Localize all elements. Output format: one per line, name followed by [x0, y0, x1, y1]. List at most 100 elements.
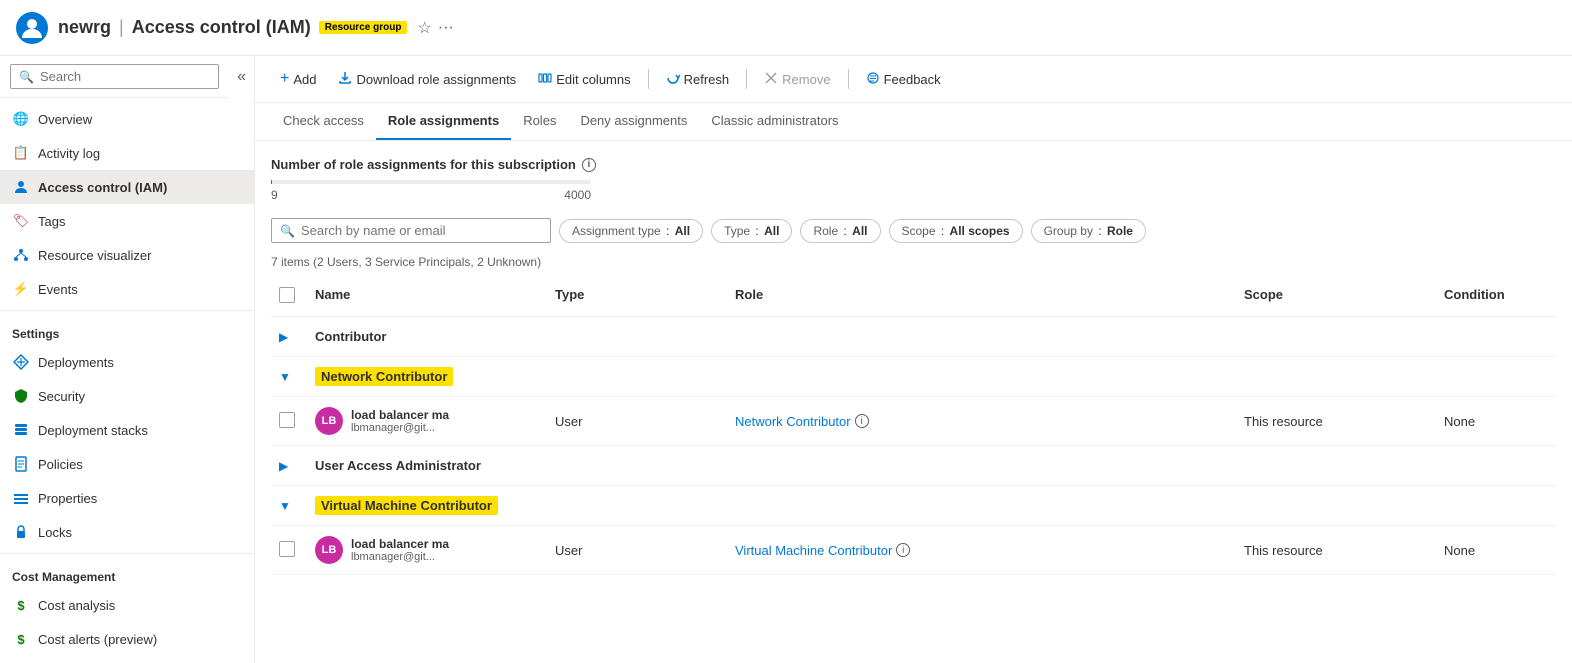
add-button[interactable]: + Add	[271, 64, 325, 94]
select-all-checkbox[interactable]	[279, 287, 295, 303]
sidebar-item-cost-alerts[interactable]: $ Cost alerts (preview)	[0, 622, 254, 656]
activity-log-icon: 📋	[12, 144, 30, 162]
filter-scope[interactable]: Scope : All scopes	[889, 219, 1023, 243]
sidebar-item-security[interactable]: Security	[0, 379, 254, 413]
row-vmc-role-link[interactable]: Virtual Machine Contributor i	[735, 543, 1228, 558]
row-vmc-name-cell: LB load balancer ma lbmanager@git...	[307, 532, 547, 568]
row-vmc-role-info-icon[interactable]: i	[896, 543, 910, 557]
group-uaa-name: User Access Administrator	[307, 454, 1556, 477]
deployment-stacks-icon	[12, 421, 30, 439]
feedback-button[interactable]: Feedback	[857, 65, 950, 94]
add-icon: +	[280, 70, 289, 88]
sidebar-item-security-label: Security	[38, 389, 85, 404]
download-icon	[338, 71, 352, 88]
search-box-icon: 🔍	[280, 224, 295, 238]
header-separator: |	[119, 17, 124, 38]
sidebar-item-deployment-stacks[interactable]: Deployment stacks	[0, 413, 254, 447]
group-vmc-chevron[interactable]: ▼	[271, 494, 307, 517]
progress-bar-container	[271, 180, 591, 184]
group-uaa-chevron[interactable]: ▶	[271, 454, 307, 477]
sidebar-collapse-button[interactable]: «	[229, 60, 254, 94]
group-network-contributor-chevron[interactable]: ▼	[271, 365, 307, 388]
sidebar-item-policies[interactable]: Policies	[0, 447, 254, 481]
row-vmc-checkbox[interactable]	[279, 541, 295, 557]
sidebar-item-locks[interactable]: Locks	[0, 515, 254, 549]
sidebar-divider-1	[0, 310, 254, 311]
tab-role-assignments[interactable]: Role assignments	[376, 103, 511, 140]
tab-roles[interactable]: Roles	[511, 103, 568, 140]
page-title: Access control (IAM)	[132, 17, 311, 38]
sidebar-item-budgets[interactable]: $ Budgets	[0, 656, 254, 663]
resource-name: newrg	[58, 17, 111, 38]
row-nc-role-link[interactable]: Network Contributor i	[735, 414, 1228, 429]
filter-group-by[interactable]: Group by : Role	[1031, 219, 1146, 243]
row-nc-scope-cell: This resource	[1236, 410, 1436, 433]
sidebar-item-access-control[interactable]: Access control (IAM)	[0, 170, 254, 204]
tab-deny-assignments[interactable]: Deny assignments	[568, 103, 699, 140]
sidebar-item-overview[interactable]: 🌐 Overview	[0, 102, 254, 136]
sidebar-item-events[interactable]: ⚡ Events	[0, 272, 254, 306]
sidebar-item-deployment-stacks-label: Deployment stacks	[38, 423, 148, 438]
policies-icon	[12, 455, 30, 473]
row-vmc-scope-cell: This resource	[1236, 539, 1436, 562]
group-contributor-chevron[interactable]: ▶	[271, 325, 307, 348]
th-role: Role	[727, 283, 1236, 310]
sidebar-item-overview-label: Overview	[38, 112, 92, 127]
sidebar-item-activity-log-label: Activity log	[38, 146, 100, 161]
row-vmc-username: load balancer ma	[351, 537, 449, 551]
filter-role[interactable]: Role : All	[800, 219, 880, 243]
table-row: LB load balancer ma lbmanager@git... Use…	[271, 526, 1556, 575]
sidebar-item-tags[interactable]: 🏷 Tags	[0, 204, 254, 238]
table-row: LB load balancer ma lbmanager@git... Use…	[271, 397, 1556, 446]
tags-icon: 🏷	[12, 212, 30, 230]
access-control-icon	[12, 178, 30, 196]
sidebar-search-input[interactable]	[40, 69, 210, 84]
sidebar-item-tags-label: Tags	[38, 214, 65, 229]
resource-icon	[16, 12, 48, 44]
row-nc-checkbox[interactable]	[279, 412, 295, 428]
sidebar-item-resource-visualizer-label: Resource visualizer	[38, 248, 151, 263]
events-icon: ⚡	[12, 280, 30, 298]
tabs-container: Check access Role assignments Roles Deny…	[255, 103, 1572, 141]
toolbar-separator-3	[848, 69, 849, 89]
edit-columns-button[interactable]: Edit columns	[529, 65, 639, 94]
row-nc-checkbox-cell	[271, 408, 307, 435]
edit-columns-icon	[538, 71, 552, 88]
resource-type-badge: Resource group	[319, 21, 408, 34]
filter-assignment-type[interactable]: Assignment type : All	[559, 219, 703, 243]
sidebar-item-properties-label: Properties	[38, 491, 97, 506]
sidebar-item-activity-log[interactable]: 📋 Activity log	[0, 136, 254, 170]
overview-icon: 🌐	[12, 110, 30, 128]
sidebar-item-cost-analysis-label: Cost analysis	[38, 598, 115, 613]
settings-section-header: Settings	[0, 315, 254, 345]
row-nc-role-cell: Network Contributor i	[727, 410, 1236, 433]
sidebar-item-resource-visualizer[interactable]: Resource visualizer	[0, 238, 254, 272]
resource-visualizer-icon	[12, 246, 30, 264]
more-options-icon[interactable]: ···	[438, 19, 454, 37]
sidebar-search-icon: 🔍	[19, 70, 34, 84]
tab-check-access[interactable]: Check access	[271, 103, 376, 140]
sidebar-item-deployments[interactable]: Deployments	[0, 345, 254, 379]
refresh-button[interactable]: Refresh	[657, 65, 739, 94]
row-nc-role-info-icon[interactable]: i	[855, 414, 869, 428]
properties-icon	[12, 489, 30, 507]
row-vmc-checkbox-cell	[271, 537, 307, 564]
group-vm-contributor: ▼ Virtual Machine Contributor	[271, 486, 1556, 526]
subscription-info-icon[interactable]: i	[582, 158, 596, 172]
group-vmc-name: Virtual Machine Contributor	[307, 494, 1556, 517]
filter-type[interactable]: Type : All	[711, 219, 792, 243]
download-role-assignments-button[interactable]: Download role assignments	[329, 65, 525, 94]
sidebar-item-cost-analysis[interactable]: $ Cost analysis	[0, 588, 254, 622]
row-vmc-condition-cell: None	[1436, 539, 1556, 562]
tab-classic-administrators[interactable]: Classic administrators	[699, 103, 850, 140]
sidebar-search-box: 🔍	[10, 64, 219, 89]
sidebar-item-properties[interactable]: Properties	[0, 481, 254, 515]
toolbar-separator-1	[648, 69, 649, 89]
search-input[interactable]	[301, 223, 542, 238]
deployments-icon	[12, 353, 30, 371]
th-type: Type	[547, 283, 727, 310]
sidebar-item-locks-label: Locks	[38, 525, 72, 540]
role-assignments-table: Name Type Role Scope Condition ▶ Contrib…	[271, 277, 1556, 575]
favorite-star-icon[interactable]: ☆	[417, 18, 431, 38]
remove-button[interactable]: Remove	[755, 65, 839, 94]
